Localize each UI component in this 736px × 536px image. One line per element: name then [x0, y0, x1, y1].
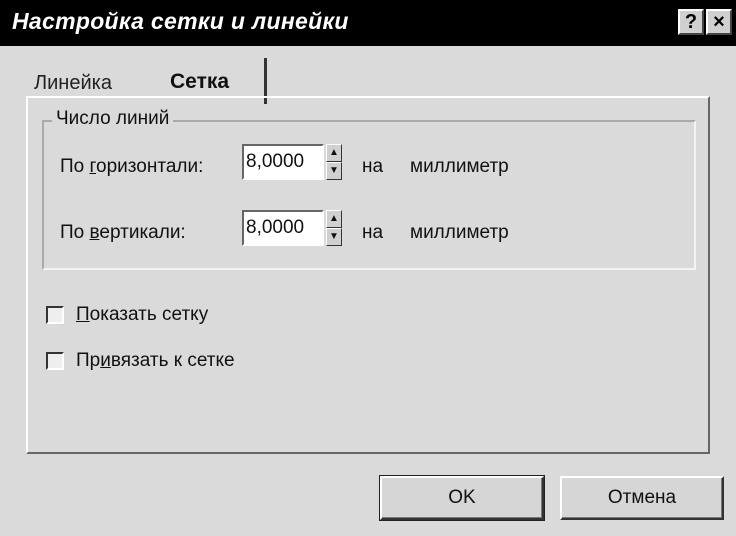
snap-to-grid-checkbox[interactable] — [46, 352, 64, 370]
title-bar: Настройка сетки и линейки ? × — [0, 0, 736, 46]
horizontal-unit-label: миллиметр — [410, 156, 509, 177]
close-button[interactable]: × — [706, 9, 732, 35]
vertical-lines-input[interactable]: 8,0000 — [242, 210, 324, 246]
horizontal-spinner[interactable]: ▲ ▼ — [326, 144, 342, 180]
horizontal-label: По горизонтали: — [60, 156, 204, 177]
tab-grid[interactable]: Сетка — [170, 70, 229, 94]
vertical-unit-label: миллиметр — [410, 222, 509, 243]
spin-down-icon[interactable]: ▼ — [326, 228, 342, 246]
help-icon: ? — [684, 11, 698, 33]
snap-to-grid-label[interactable]: Привязать к сетке — [76, 350, 235, 372]
show-grid-checkbox[interactable] — [46, 306, 64, 324]
spin-up-icon[interactable]: ▲ — [326, 144, 342, 162]
ok-button[interactable]: OK — [379, 475, 545, 521]
horizontal-per-label: на — [362, 156, 384, 177]
vertical-spinner[interactable]: ▲ ▼ — [326, 210, 342, 246]
cancel-button[interactable]: Отмена — [560, 476, 724, 520]
window-title: Настройка сетки и линейки — [12, 8, 349, 34]
spin-down-icon[interactable]: ▼ — [326, 162, 342, 180]
show-grid-label[interactable]: Показать сетку — [76, 304, 208, 326]
vertical-per-label: на — [362, 222, 384, 243]
close-icon: × — [713, 11, 725, 33]
line-count-group — [42, 120, 696, 270]
horizontal-lines-input[interactable]: 8,0000 — [242, 144, 324, 180]
tab-ruler[interactable]: Линейка — [34, 72, 112, 95]
help-button[interactable]: ? — [678, 9, 704, 35]
group-label: Число линий — [52, 108, 174, 130]
tab-strip: Линейка Сетка — [12, 52, 712, 104]
vertical-label: По вертикали: — [60, 222, 186, 243]
spin-up-icon[interactable]: ▲ — [326, 210, 342, 228]
grid-ruler-settings-dialog: Настройка сетки и линейки ? × Линейка Се… — [0, 0, 736, 536]
